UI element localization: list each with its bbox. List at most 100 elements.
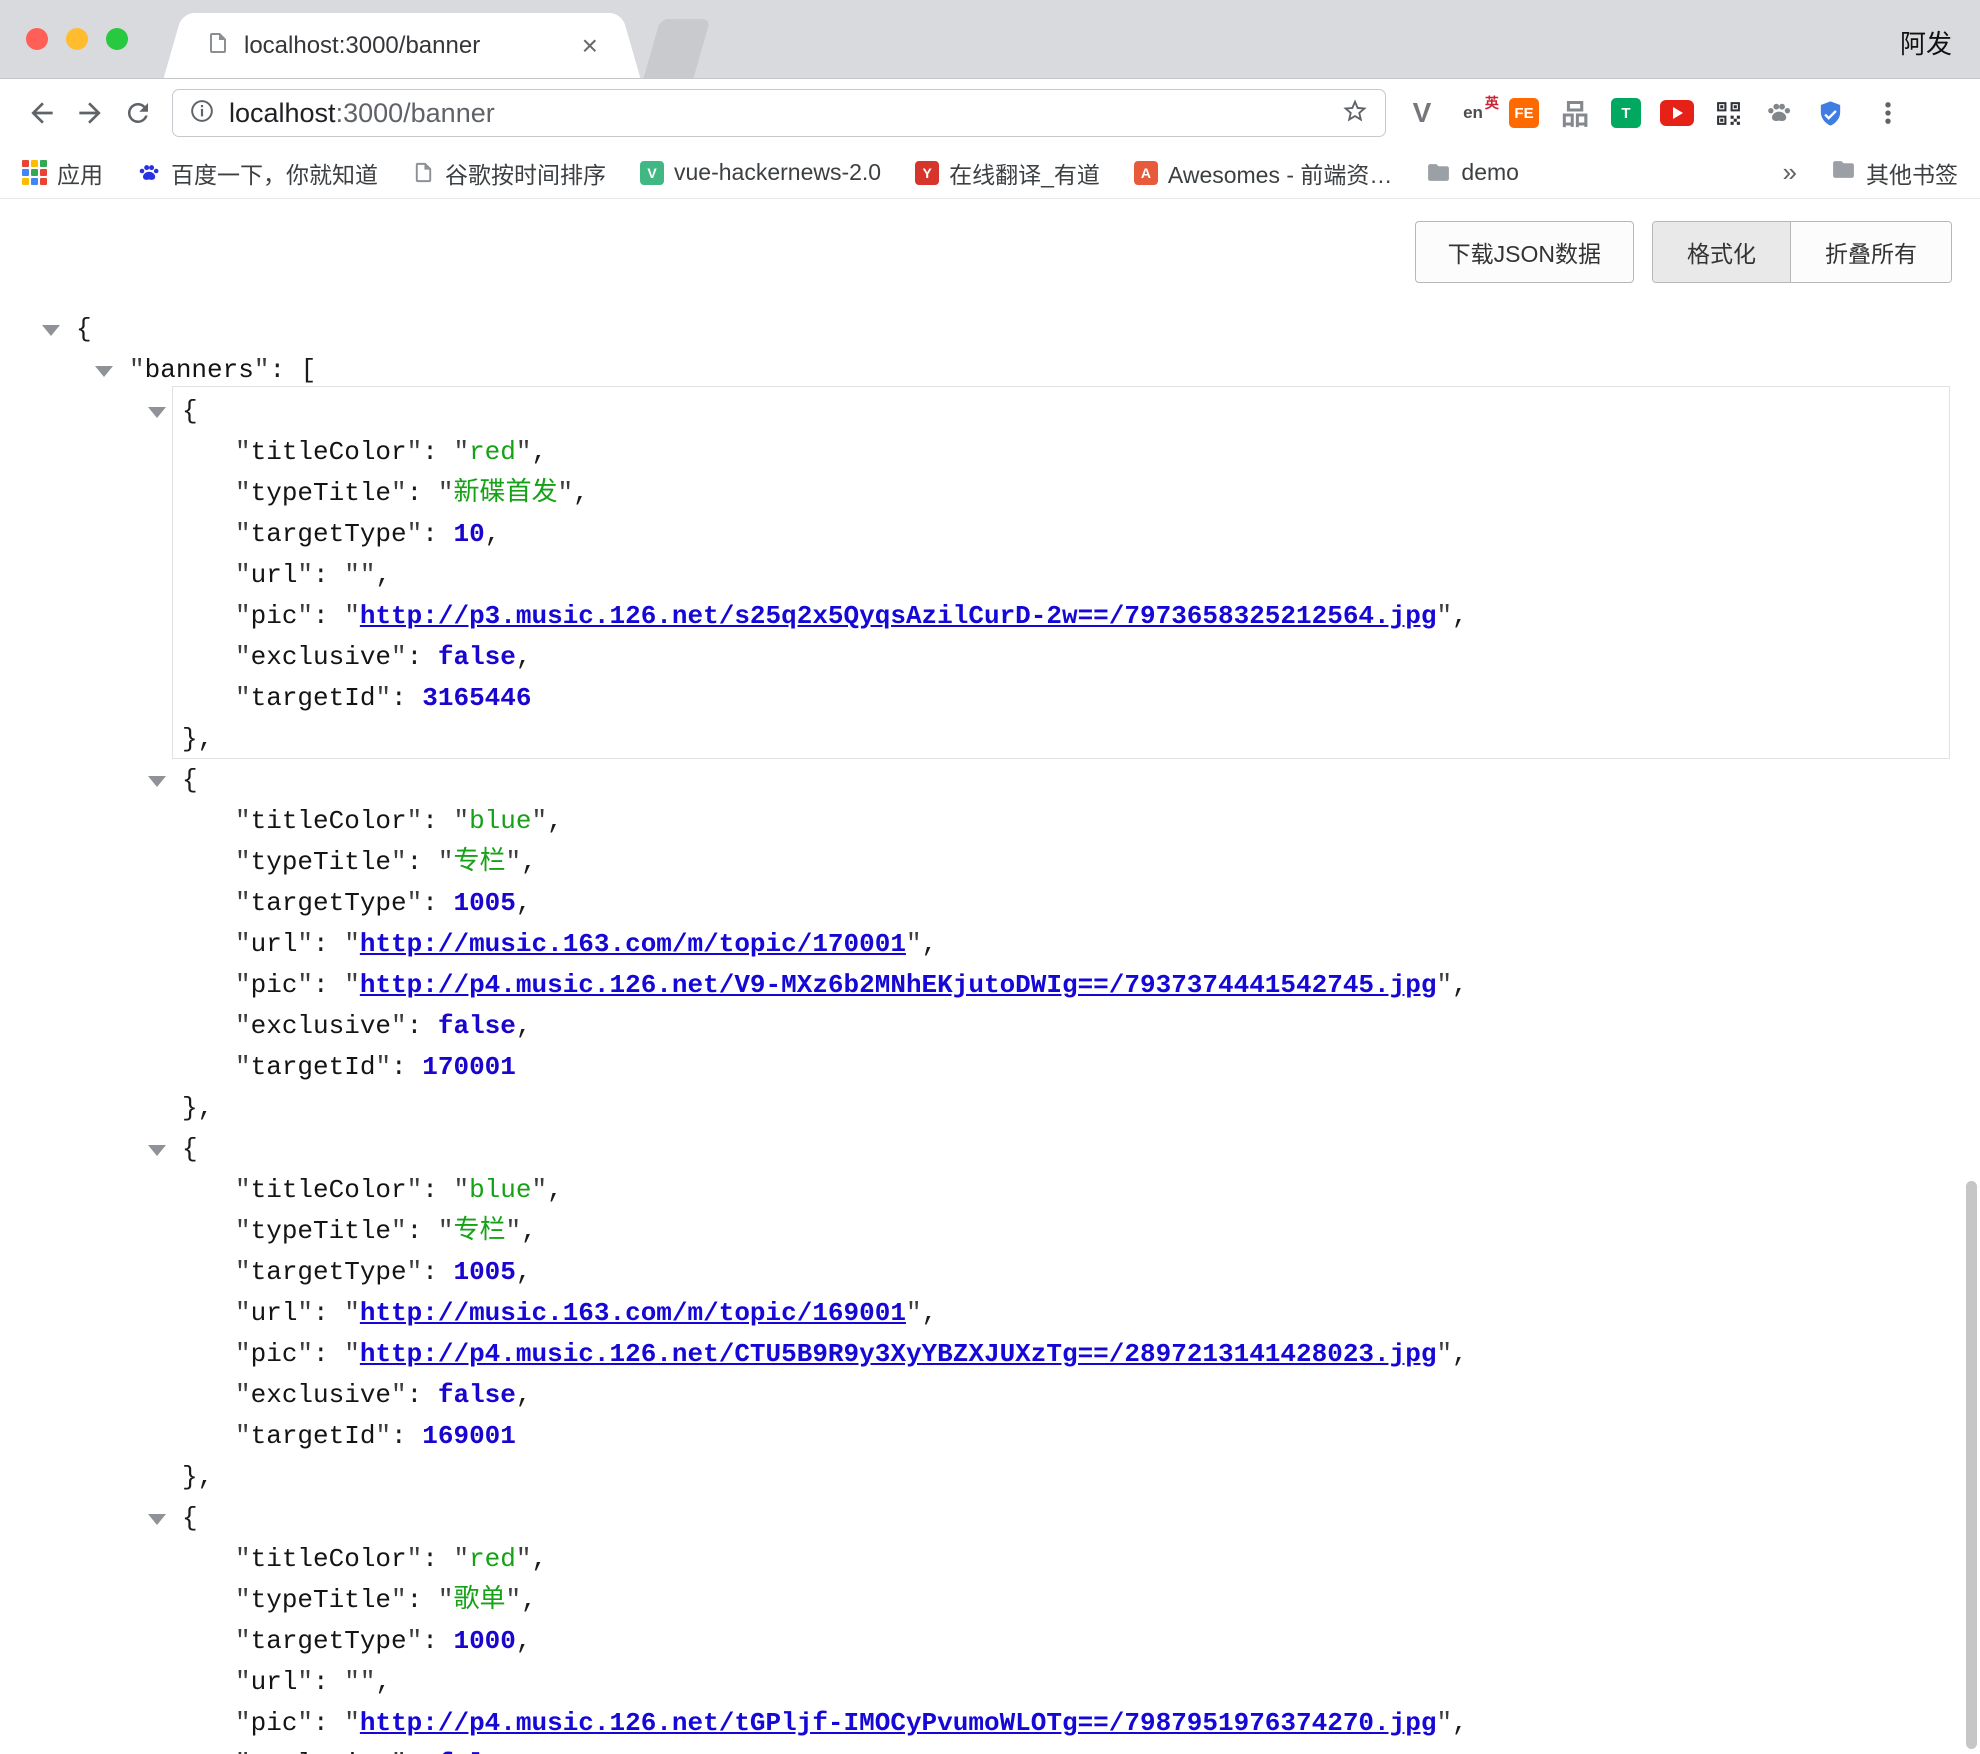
collapse-triangle-icon[interactable] — [42, 325, 60, 336]
url-host: localhost — [229, 98, 336, 128]
json-line: "pic": "http://p4.music.126.net/V9-MXz6b… — [0, 965, 1980, 1006]
format-button[interactable]: 格式化 — [1653, 222, 1790, 282]
json-line: "banners": [ — [0, 350, 1980, 391]
tampermonkey-icon[interactable]: T — [1608, 95, 1644, 131]
json-line: "url": "", — [0, 555, 1980, 596]
vimium-icon[interactable]: V — [1404, 95, 1440, 131]
json-line-text: "url": "", — [235, 560, 391, 590]
bookmark-label: vue-hackernews-2.0 — [674, 159, 881, 186]
json-line-text: "targetId": 3165446 — [235, 683, 531, 713]
collapse-triangle-icon[interactable] — [148, 1145, 166, 1156]
json-line: { — [0, 391, 1980, 432]
bookmark-baidu[interactable]: 百度一下，你就知道 — [137, 156, 378, 190]
json-line: }, — [0, 1457, 1980, 1498]
tab-title: localhost:3000/banner — [244, 32, 572, 60]
youtube-icon[interactable] — [1659, 95, 1695, 131]
json-line-text: "titleColor": "blue", — [235, 1175, 563, 1205]
json-line: }, — [0, 1088, 1980, 1129]
browser-window: localhost:3000/banner × 阿发 localhost:300… — [0, 0, 1980, 1753]
bookmark-label: 谷歌按时间排序 — [445, 156, 606, 190]
security-shield-icon[interactable] — [1812, 95, 1848, 131]
browser-tab[interactable]: localhost:3000/banner × — [190, 13, 614, 78]
json-line-text: "titleColor": "red", — [235, 437, 547, 467]
collapse-all-button[interactable]: 折叠所有 — [1790, 222, 1951, 282]
collapse-triangle-icon[interactable] — [95, 366, 113, 377]
json-url-link[interactable]: http://music.163.com/m/topic/170001 — [360, 929, 906, 959]
json-line-text: "typeTitle": "专栏", — [235, 1216, 537, 1246]
json-line: { — [0, 1129, 1980, 1170]
json-url-link[interactable]: http://p4.music.126.net/tGPljf-IMOCyPvum… — [360, 1708, 1437, 1738]
json-line: "exclusive": false, — [0, 637, 1980, 678]
paw-icon[interactable] — [1761, 95, 1797, 131]
json-object: { "titleColor": "blue", "typeTitle": "专栏",… — [0, 1129, 1980, 1498]
window-minimize-button[interactable] — [66, 28, 88, 50]
collapse-triangle-icon[interactable] — [148, 407, 166, 418]
bookmark-demo-folder[interactable]: demo — [1426, 159, 1519, 186]
json-line-text: "pic": "http://p4.music.126.net/tGPljf-I… — [235, 1708, 1468, 1738]
page-content: 下载JSON数据 格式化 折叠所有 {"banners": [{"titleCo… — [0, 199, 1980, 1753]
qr-code-icon[interactable] — [1710, 95, 1746, 131]
json-line-text: "targetType": 1005, — [235, 1257, 532, 1287]
window-close-button[interactable] — [26, 28, 48, 50]
url-text[interactable]: localhost:3000/banner — [229, 98, 1341, 129]
json-line-text: "pic": "http://p4.music.126.net/CTU5B9R9… — [235, 1339, 1468, 1369]
json-line: { — [0, 1498, 1980, 1539]
json-url-link[interactable]: http://p4.music.126.net/CTU5B9R9y3XyYBZX… — [360, 1339, 1437, 1369]
scrollbar-thumb[interactable] — [1966, 1181, 1977, 1749]
json-line: "targetId": 169001 — [0, 1416, 1980, 1457]
bookmark-awesomes[interactable]: AAwesomes - 前端资… — [1134, 156, 1393, 190]
bookmarks-overflow-chevron[interactable]: » — [1783, 157, 1797, 188]
json-line-text: "targetId": 170001 — [235, 1052, 516, 1082]
org-chart-icon[interactable]: 品 — [1557, 95, 1593, 131]
page-info-icon[interactable] — [189, 98, 215, 129]
collapse-triangle-icon[interactable] — [148, 776, 166, 787]
bookmark-vue-hackernews[interactable]: Vvue-hackernews-2.0 — [640, 159, 881, 186]
json-viewer-actions: 下载JSON数据 格式化 折叠所有 — [0, 199, 1980, 283]
address-bar[interactable]: localhost:3000/banner — [172, 89, 1386, 137]
tab-strip: localhost:3000/banner × 阿发 — [0, 0, 1980, 79]
bookmark-label: 百度一下，你就知道 — [171, 156, 378, 190]
tab-close-icon[interactable]: × — [582, 32, 598, 60]
url-path: :3000/banner — [336, 98, 495, 128]
bookmark-youdao-translate[interactable]: Y在线翻译_有道 — [915, 156, 1100, 190]
bookmark-star-icon[interactable] — [1341, 97, 1369, 130]
collapse-triangle-icon[interactable] — [148, 1514, 166, 1525]
browser-menu-icon[interactable] — [1864, 89, 1912, 137]
back-icon[interactable] — [18, 89, 66, 137]
json-url-link[interactable]: http://p4.music.126.net/V9-MXz6b2MNhEKju… — [360, 970, 1437, 1000]
json-line-text: "typeTitle": "新碟首发", — [235, 478, 589, 508]
forward-icon[interactable] — [66, 89, 114, 137]
bookmark-label: 应用 — [57, 156, 103, 190]
json-line-text: "url": "http://music.163.com/m/topic/170… — [235, 929, 937, 959]
json-line: }, — [0, 719, 1980, 760]
profile-name[interactable]: 阿发 — [1900, 24, 1952, 61]
json-url-link[interactable]: http://p3.music.126.net/s25q2x5QyqsAzilC… — [360, 601, 1437, 631]
download-json-button[interactable]: 下载JSON数据 — [1415, 221, 1634, 283]
json-line-text: "targetId": 169001 — [235, 1421, 516, 1451]
bookmark-label: 在线翻译_有道 — [949, 156, 1100, 190]
other-bookmarks[interactable]: 其他书签 — [1831, 156, 1958, 190]
json-line-text: }, — [182, 1093, 213, 1123]
json-line: "targetId": 170001 — [0, 1047, 1980, 1088]
new-tab-button[interactable] — [644, 19, 711, 78]
window-zoom-button[interactable] — [106, 28, 128, 50]
json-line-text: { — [76, 314, 92, 344]
page-favicon-icon — [206, 31, 230, 60]
json-line: "targetType": 1005, — [0, 883, 1980, 924]
extensions-row: Ven英 FE 品T — [1404, 95, 1848, 131]
bookmark-google-time-sort[interactable]: 谷歌按时间排序 — [412, 156, 606, 190]
bookmark-items: 应用 百度一下，你就知道 谷歌按时间排序 Vvue-hackernews-2.0 Y在线… — [22, 156, 1519, 190]
reload-icon[interactable] — [114, 89, 162, 137]
fe-helper-icon[interactable]: FE — [1506, 95, 1542, 131]
bookmark-label: demo — [1461, 159, 1519, 186]
json-line-text: "targetType": 10, — [235, 519, 500, 549]
json-line: { — [0, 309, 1980, 350]
browser-toolbar: localhost:3000/banner Ven英 FE 品T — [0, 79, 1980, 147]
json-line: "titleColor": "red", — [0, 432, 1980, 473]
json-object: {"titleColor": "red","typeTitle": "歌单","… — [0, 1498, 1980, 1754]
json-url-link[interactable]: http://music.163.com/m/topic/169001 — [360, 1298, 906, 1328]
translate-pen-icon[interactable]: en英 — [1455, 95, 1491, 131]
bookmark-apps[interactable]: 应用 — [22, 156, 103, 190]
json-line-text: "typeTitle": "专栏", — [235, 847, 537, 877]
json-line-text: { — [182, 1503, 198, 1533]
